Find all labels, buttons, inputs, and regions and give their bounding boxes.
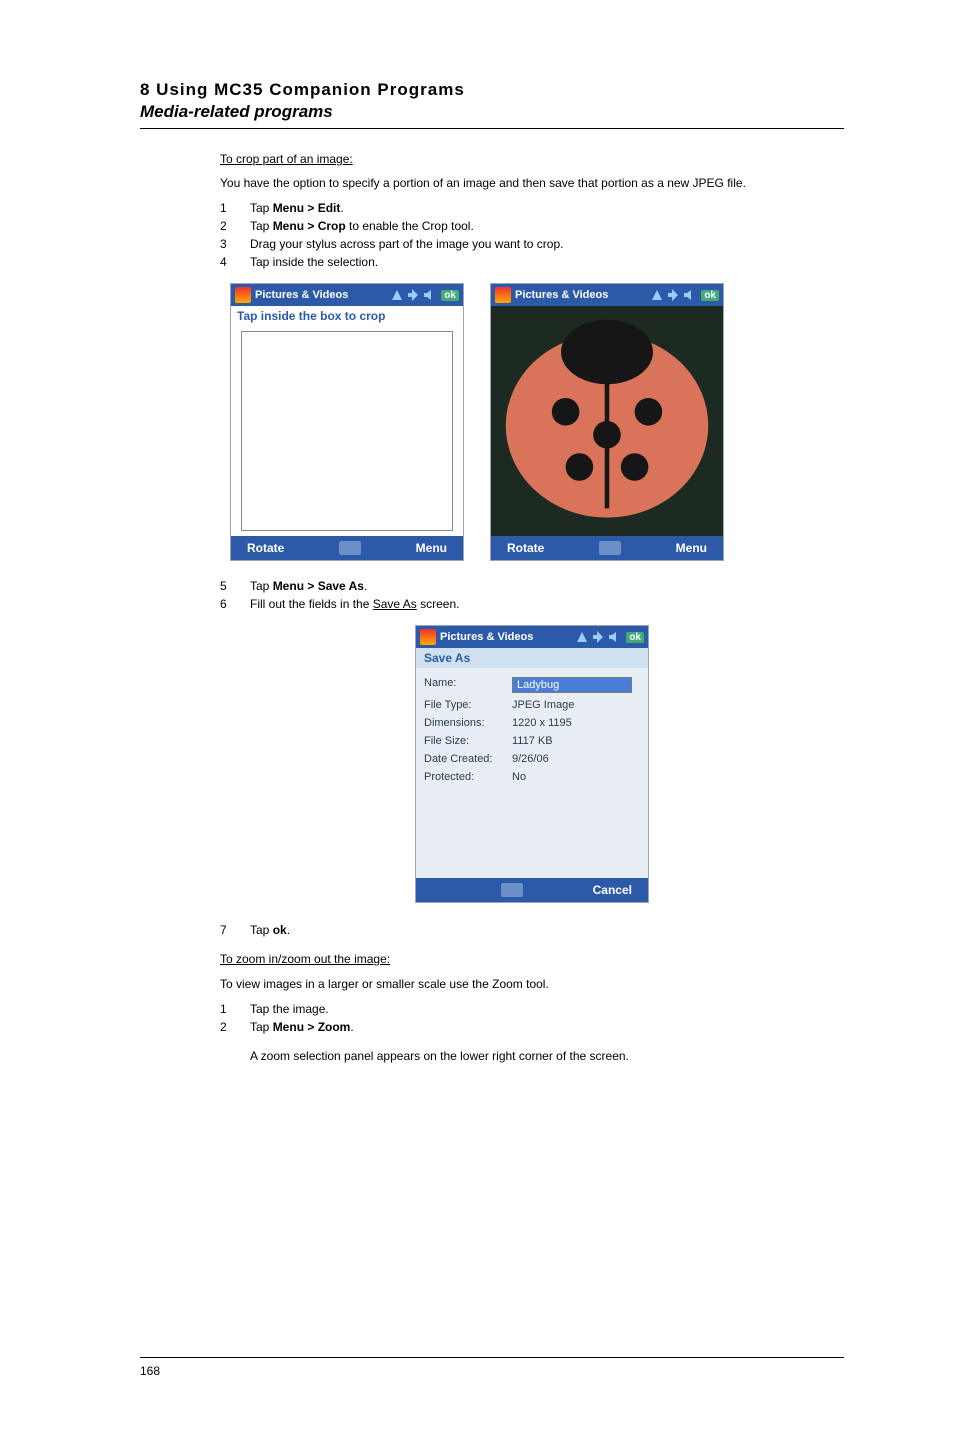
list-item: 7Tap ok.: [220, 921, 844, 939]
list-item: 1Tap Menu > Edit.: [220, 199, 844, 217]
phone-bottombar: Cancel: [416, 878, 648, 902]
signal-icon: [407, 289, 419, 301]
list-item: 1Tap the image.: [220, 1000, 844, 1018]
status-icons: ok: [651, 289, 719, 301]
filetype-value: JPEG Image: [512, 699, 574, 711]
step-number: 4: [220, 253, 232, 271]
menu-button[interactable]: Menu: [676, 541, 707, 555]
phone-titlebar: Pictures & Videos ok: [416, 626, 648, 648]
dimensions-label: Dimensions:: [424, 717, 502, 729]
keyboard-icon[interactable]: [501, 883, 523, 897]
start-icon[interactable]: [420, 629, 436, 645]
start-icon[interactable]: [235, 287, 251, 303]
protected-label: Protected:: [424, 771, 502, 783]
phone-canvas[interactable]: [491, 306, 723, 536]
zoom-note: A zoom selection panel appears on the lo…: [250, 1048, 844, 1064]
menu-button[interactable]: Menu: [416, 541, 447, 555]
date-created-label: Date Created:: [424, 753, 502, 765]
keyboard-icon[interactable]: [339, 541, 361, 555]
name-label: Name:: [424, 677, 502, 693]
crop-intro: You have the option to specify a portion…: [220, 175, 844, 191]
cancel-button[interactable]: Cancel: [593, 883, 632, 897]
phone-bottombar: Rotate Menu: [491, 536, 723, 560]
chapter-title: 8 Using MC35 Companion Programs: [140, 70, 844, 100]
phone-app-title: Pictures & Videos: [515, 289, 647, 301]
phone-app-title: Pictures & Videos: [255, 289, 387, 301]
phone-titlebar: Pictures & Videos ok: [231, 284, 463, 306]
ok-button[interactable]: ok: [441, 290, 459, 301]
step-number: 1: [220, 1000, 232, 1018]
speaker-icon: [683, 289, 697, 301]
status-icons: ok: [576, 631, 644, 643]
list-item: 3Drag your stylus across part of the ima…: [220, 235, 844, 253]
rotate-button[interactable]: Rotate: [247, 541, 284, 555]
date-created-value: 9/26/06: [512, 753, 549, 765]
ladybug-image: [492, 306, 722, 536]
step-number: 6: [220, 595, 232, 613]
signal-icon: [667, 289, 679, 301]
crop-steps-3: 7Tap ok.: [220, 921, 844, 939]
step-number: 7: [220, 921, 232, 939]
section-title: Media-related programs: [140, 102, 844, 122]
zoom-steps: 1Tap the image. 2Tap Menu > Zoom.: [220, 1000, 844, 1036]
name-input[interactable]: [512, 677, 632, 693]
connectivity-icon: [651, 289, 663, 301]
speaker-icon: [608, 631, 622, 643]
zoom-heading: To zoom in/zoom out the image:: [220, 951, 844, 967]
ok-button[interactable]: ok: [626, 632, 644, 643]
step-number: 1: [220, 199, 232, 217]
start-icon[interactable]: [495, 287, 511, 303]
step-number: 2: [220, 217, 232, 235]
footer-divider: [140, 1357, 844, 1358]
crop-selection-box[interactable]: [241, 331, 453, 531]
save-as-title: Save As: [416, 648, 648, 668]
screenshot-cropped-result: Pictures & Videos ok: [490, 283, 724, 561]
list-item: 2Tap Menu > Crop to enable the Crop tool…: [220, 217, 844, 235]
step-number: 5: [220, 577, 232, 595]
connectivity-icon: [391, 289, 403, 301]
header-divider: [140, 128, 844, 129]
crop-hint: Tap inside the box to crop: [231, 306, 463, 326]
screenshot-save-as: Pictures & Videos ok Save As Name: File …: [415, 625, 649, 903]
connectivity-icon: [576, 631, 588, 643]
protected-value: No: [512, 771, 526, 783]
ok-button[interactable]: ok: [701, 290, 719, 301]
dimensions-value: 1220 x 1195: [512, 717, 572, 729]
speaker-icon: [423, 289, 437, 301]
list-item: 4Tap inside the selection.: [220, 253, 844, 271]
screenshot-crop-box: Pictures & Videos ok Tap inside the box …: [230, 283, 464, 561]
status-icons: ok: [391, 289, 459, 301]
rotate-button[interactable]: Rotate: [507, 541, 544, 555]
phone-titlebar: Pictures & Videos ok: [491, 284, 723, 306]
list-item: 6Fill out the fields in the Save As scre…: [220, 595, 844, 613]
step-number: 2: [220, 1018, 232, 1036]
step-number: 3: [220, 235, 232, 253]
filesize-label: File Size:: [424, 735, 502, 747]
keyboard-icon[interactable]: [599, 541, 621, 555]
crop-steps-2: 5Tap Menu > Save As. 6Fill out the field…: [220, 577, 844, 613]
phone-app-title: Pictures & Videos: [440, 631, 572, 643]
signal-icon: [592, 631, 604, 643]
phone-bottombar: Rotate Menu: [231, 536, 463, 560]
crop-steps-1: 1Tap Menu > Edit. 2Tap Menu > Crop to en…: [220, 199, 844, 271]
filetype-label: File Type:: [424, 699, 502, 711]
zoom-intro: To view images in a larger or smaller sc…: [220, 976, 844, 992]
phone-canvas[interactable]: [231, 326, 463, 536]
list-item: 2Tap Menu > Zoom.: [220, 1018, 844, 1036]
filesize-value: 1117 KB: [512, 735, 553, 747]
crop-heading: To crop part of an image:: [220, 151, 844, 167]
list-item: 5Tap Menu > Save As.: [220, 577, 844, 595]
page-number: 168: [140, 1364, 160, 1378]
save-as-form: Name: File Type: JPEG Image Dimensions: 12…: [416, 668, 648, 878]
